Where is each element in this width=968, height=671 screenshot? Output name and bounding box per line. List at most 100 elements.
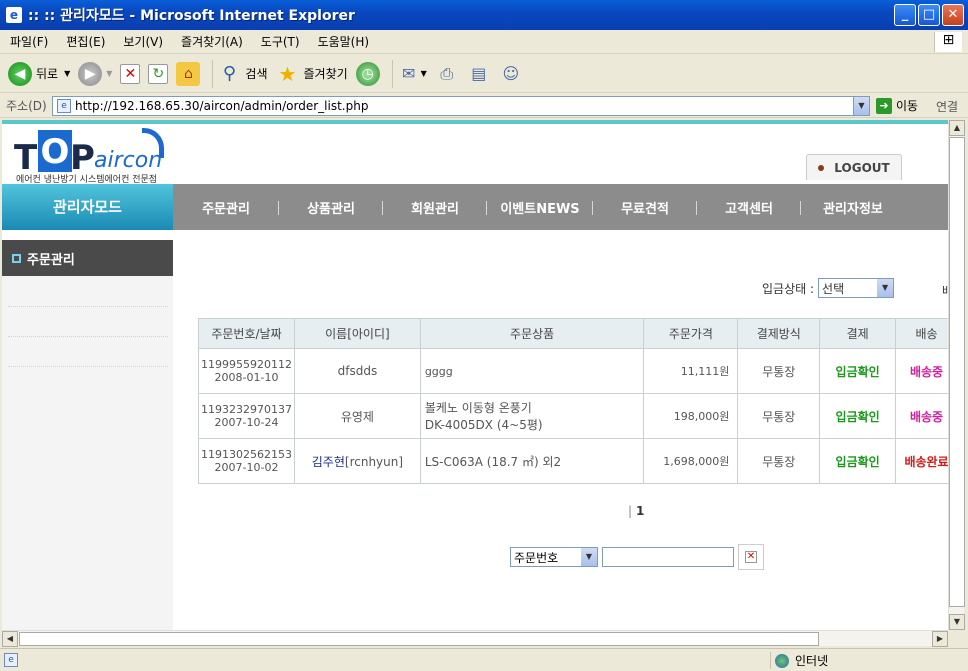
- admin-mode-title: 관리자모드: [2, 184, 173, 230]
- delivery-status-label: 배송중: [909, 409, 944, 424]
- search-field-select[interactable]: 주문번호 ▼: [510, 547, 598, 567]
- back-label: 뒤로: [36, 67, 59, 81]
- horizontal-scrollbar[interactable]: ◀ ▶: [2, 630, 948, 647]
- scroll-up-icon[interactable]: ▲: [949, 120, 965, 136]
- pager-divider: |: [628, 504, 633, 518]
- address-label: 주소(D): [6, 99, 47, 113]
- back-arrow-icon: ◀: [8, 61, 32, 86]
- forward-dropdown-icon[interactable]: ▼: [106, 69, 112, 78]
- menu-tools[interactable]: 도구(T): [251, 33, 308, 50]
- payment-status-label: 입금확인: [835, 454, 880, 469]
- back-dropdown-icon[interactable]: ▼: [64, 69, 70, 78]
- table-row[interactable]: 1199955920112 2008-01-10 dfsdds gggg 11,…: [198, 348, 948, 394]
- history-icon: ◷: [355, 61, 380, 86]
- delivery-status: 배송중: [895, 393, 948, 439]
- maximize-button[interactable]: □: [918, 4, 940, 26]
- go-arrow-icon: ➜: [876, 97, 892, 114]
- menu-bar: 파일(F) 편집(E) 보기(V) 즐겨찾기(A) 도구(T) 도움말(H) ⊞: [0, 30, 968, 54]
- messenger-button[interactable]: ☺: [499, 62, 523, 86]
- payment-status: 입금확인: [819, 393, 897, 439]
- table-row[interactable]: 1191302562153 2007-10-02 김주현[rcnhyun] LS…: [198, 438, 948, 484]
- forward-button[interactable]: ▶ ▼: [78, 61, 112, 86]
- vertical-scrollbar[interactable]: ▲ ▼: [948, 120, 965, 630]
- messenger-icon: ☺: [502, 63, 520, 83]
- nav-free-estimate[interactable]: 무료견적: [593, 198, 697, 217]
- order-date: 2007-10-02: [214, 461, 279, 474]
- search-input[interactable]: [602, 547, 734, 567]
- table-row[interactable]: 1193232970137 2007-10-24 유영제 볼케노 이동형 온풍기…: [198, 393, 948, 439]
- nav-member-management[interactable]: 회원관리: [383, 198, 487, 217]
- zone-label: 인터넷: [795, 654, 829, 668]
- logout-button[interactable]: LOGOUT: [806, 154, 902, 180]
- order-number: 1193232970137: [201, 403, 292, 416]
- scroll-left-icon[interactable]: ◀: [2, 631, 18, 647]
- close-button[interactable]: ✕: [942, 4, 964, 26]
- order-number: 1191302562153: [201, 448, 292, 461]
- menu-favorites[interactable]: 즐겨찾기(A): [171, 33, 251, 50]
- address-url[interactable]: http://192.168.65.30/aircon/admin/order_…: [75, 99, 368, 113]
- links-label[interactable]: 연결: [936, 98, 958, 115]
- sidebar-title[interactable]: 주문관리: [2, 240, 173, 276]
- chevron-down-icon: ▼: [581, 548, 597, 566]
- column-header: 결제: [819, 318, 897, 349]
- product-name: 볼케노 이동형 온풍기 DK-4005DX (4~5평): [419, 393, 645, 439]
- menu-view[interactable]: 보기(V): [113, 33, 171, 50]
- site-logo[interactable]: T O P aircon 에어컨 냉난방기 시스템에어컨 전문점: [14, 128, 174, 185]
- page-status-icon: e: [4, 653, 18, 667]
- search-submit-button[interactable]: ✕: [738, 544, 764, 570]
- window-title-bar[interactable]: e :: :: 관리자모드 - Microsoft Internet Explo…: [0, 0, 968, 30]
- scroll-down-icon[interactable]: ▼: [949, 614, 965, 630]
- edit-button[interactable]: ▤: [467, 62, 491, 86]
- horizontal-scroll-thumb[interactable]: [19, 632, 819, 646]
- order-number-date[interactable]: 1199955920112 2008-01-10: [198, 348, 295, 394]
- magnifier-icon: ⚲: [222, 62, 236, 84]
- logo-letter-o: O: [38, 130, 72, 172]
- page-current[interactable]: 1: [636, 504, 644, 518]
- menu-edit[interactable]: 편집(E): [56, 33, 113, 50]
- go-button[interactable]: ➜ 이동: [876, 97, 918, 114]
- deposit-status-select[interactable]: 선택 ▼: [818, 278, 895, 298]
- sidebar-divider: [8, 336, 168, 337]
- favorites-button[interactable]: ★ 즐겨찾기: [276, 62, 348, 86]
- nav-product-management[interactable]: 상품관리: [279, 198, 383, 217]
- search-button[interactable]: ⚲ 검색: [217, 62, 268, 86]
- menu-file[interactable]: 파일(F): [0, 33, 56, 50]
- mail-dropdown-icon[interactable]: ▼: [421, 69, 427, 78]
- pagination: | 1: [628, 504, 644, 518]
- customer-id: [rcnhyun]: [344, 454, 404, 469]
- customer-name-link[interactable]: 김주현: [312, 455, 345, 469]
- menu-help[interactable]: 도움말(H): [308, 33, 378, 50]
- order-number-date[interactable]: 1193232970137 2007-10-24: [198, 393, 295, 439]
- print-button[interactable]: ⎙: [435, 62, 459, 86]
- table-header-row: 주문번호/날짜 이름[아이디] 주문상품 주문가격 결제방식 결제 배송: [198, 318, 948, 349]
- home-button[interactable]: ⌂: [176, 61, 201, 86]
- nav-event-news[interactable]: 이벤트NEWS: [487, 198, 593, 217]
- nav-admin-info[interactable]: 관리자정보: [801, 198, 905, 217]
- history-button[interactable]: ◷: [355, 61, 380, 86]
- vertical-scroll-thumb[interactable]: [949, 137, 965, 607]
- stop-button[interactable]: ✕: [120, 63, 141, 84]
- globe-icon: [775, 653, 789, 668]
- scroll-right-icon[interactable]: ▶: [932, 631, 948, 647]
- broken-image-icon: ✕: [745, 551, 757, 563]
- order-date: 2007-10-24: [214, 416, 279, 429]
- security-zone[interactable]: 인터넷: [770, 652, 828, 669]
- nav-order-management[interactable]: 주문관리: [173, 198, 279, 217]
- product-name: LS-C063A (18.7 ㎡) 외2: [419, 438, 645, 484]
- address-input[interactable]: e http://192.168.65.30/aircon/admin/orde…: [52, 96, 870, 116]
- product-line: DK-4005DX (4~5평): [424, 418, 543, 432]
- order-number-date[interactable]: 1191302562153 2007-10-02: [198, 438, 295, 484]
- page-icon: e: [57, 99, 71, 113]
- refresh-button[interactable]: ↻: [148, 63, 169, 84]
- sidebar-divider: [8, 366, 168, 367]
- payment-status-label: 입금확인: [835, 409, 880, 424]
- back-button[interactable]: ◀ 뒤로 ▼: [8, 61, 70, 86]
- order-price: 198,000원: [643, 393, 739, 439]
- minimize-button[interactable]: _: [894, 4, 916, 26]
- nav-customer-center[interactable]: 고객센터: [697, 198, 801, 217]
- chevron-down-icon: ▼: [877, 279, 894, 297]
- mail-button[interactable]: ✉ ▼: [397, 62, 427, 86]
- bullet-icon: [818, 164, 825, 171]
- product-line: gggg: [424, 364, 453, 378]
- address-dropdown-icon[interactable]: ▼: [853, 97, 869, 115]
